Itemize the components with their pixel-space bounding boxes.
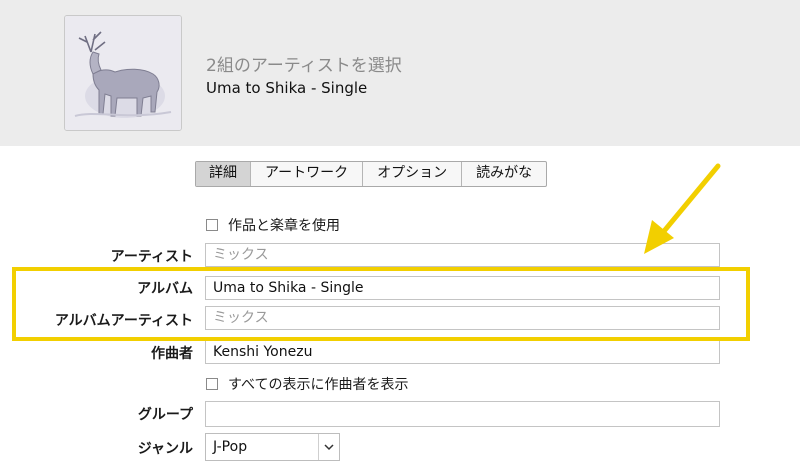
tab-sorting[interactable]: 読みがな: [461, 162, 546, 186]
show-composer-row[interactable]: すべての表示に作曲者を表示: [206, 374, 408, 394]
tab-options[interactable]: オプション: [362, 162, 461, 186]
genre-label: ジャンル: [137, 441, 193, 457]
use-work-movement-label: 作品と楽章を使用: [228, 218, 340, 234]
album-artwork[interactable]: [64, 15, 182, 131]
deer-artwork-image: [65, 16, 181, 130]
highlight-box: [12, 267, 750, 341]
genre-value: J-Pop: [213, 439, 248, 455]
genre-select[interactable]: J-Pop: [205, 433, 340, 461]
header-subtitle: Uma to Shika - Single: [206, 79, 368, 97]
chevron-down-icon[interactable]: [318, 434, 339, 460]
tab-details[interactable]: 詳細: [196, 162, 250, 186]
show-composer-label: すべての表示に作曲者を表示: [228, 377, 409, 393]
tab-artwork[interactable]: アートワーク: [250, 162, 362, 186]
artist-label: アーティスト: [110, 249, 193, 265]
composer-input[interactable]: Kenshi Yonezu: [205, 340, 720, 364]
tab-bar: 詳細 アートワーク オプション 読みがな: [195, 161, 548, 187]
composer-label: 作曲者: [151, 346, 193, 362]
show-composer-checkbox[interactable]: [206, 378, 218, 390]
grouping-input[interactable]: [205, 401, 720, 427]
grouping-label: グループ: [137, 407, 193, 423]
header-panel: 2組のアーティストを選択 Uma to Shika - Single: [0, 0, 800, 146]
header-title: 2組のアーティストを選択: [206, 56, 402, 76]
annotation-arrow-icon: [644, 163, 721, 254]
use-work-movement-row[interactable]: 作品と楽章を使用: [206, 215, 340, 235]
use-work-movement-checkbox[interactable]: [206, 219, 218, 231]
